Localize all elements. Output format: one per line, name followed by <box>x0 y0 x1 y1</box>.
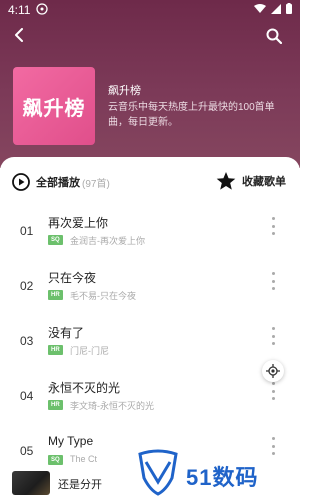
status-time: 4:11 <box>8 3 31 17</box>
signal-icon <box>271 3 281 14</box>
quality-badge: HR <box>48 345 63 355</box>
app-notification-icon <box>36 3 48 15</box>
song-artist-album: The Ct <box>70 454 98 464</box>
quality-badge: HR <box>48 290 63 300</box>
collect-label: 收藏歌单 <box>242 176 286 188</box>
playlist-description: 云音乐中每天热度上升最快的100首单曲，每日更新。 <box>108 102 275 128</box>
battery-icon <box>286 3 292 14</box>
quality-badge: HR <box>48 400 63 410</box>
song-row[interactable]: 04 永恒不灭的光 HR 李文琦-永恒不灭的光 <box>0 370 300 424</box>
locate-icon <box>266 364 280 378</box>
song-index: 02 <box>20 279 34 293</box>
playlist-header: 4:11 飙升榜 飙升榜 云音乐中每天热度上升最快的100首单曲，每日更新。 <box>0 0 300 168</box>
song-row[interactable]: 03 没有了 HR 门尼-门尼 <box>0 315 300 369</box>
song-title: 永恒不灭的光 <box>48 381 121 395</box>
song-index: 04 <box>20 389 34 403</box>
song-index: 01 <box>20 224 34 238</box>
song-title: 再次爱上你 <box>48 216 109 230</box>
song-count: (97首) <box>82 178 110 190</box>
search-button[interactable] <box>264 26 284 46</box>
back-arrow-icon <box>15 28 23 42</box>
back-button[interactable] <box>8 24 30 46</box>
song-index: 03 <box>20 334 34 348</box>
song-title: My Type <box>48 434 94 448</box>
quality-badge: SQ <box>48 235 63 245</box>
now-playing-title: 还是分开 <box>58 479 102 491</box>
more-options-icon[interactable] <box>270 382 276 400</box>
watermark-text: 51数码 <box>186 465 259 490</box>
status-bar: 4:11 <box>0 0 300 20</box>
watermark-logo: 51数码 <box>136 446 296 496</box>
star-icon <box>216 172 236 190</box>
search-icon <box>266 28 282 44</box>
shield-logo-icon <box>138 449 178 496</box>
wifi-icon <box>254 3 266 13</box>
song-row[interactable]: 02 只在今夜 HR 毛不易-只在今夜 <box>0 260 300 314</box>
song-index: 05 <box>20 444 34 458</box>
more-options-icon[interactable] <box>270 272 276 290</box>
mini-player-cover[interactable] <box>12 471 50 495</box>
playlist-cover[interactable]: 飙升榜 <box>13 67 95 145</box>
more-options-icon[interactable] <box>270 327 276 345</box>
quality-badge: SQ <box>48 455 63 465</box>
song-artist-album: 李文琦-永恒不灭的光 <box>70 401 154 411</box>
song-artist-album: 门尼-门尼 <box>70 346 109 356</box>
song-title: 只在今夜 <box>48 271 97 285</box>
song-artist-album: 金润吉-再次爱上你 <box>70 236 145 246</box>
status-icons <box>254 3 292 14</box>
cover-text: 飙升榜 <box>22 97 86 120</box>
playlist-title: 飙升榜 <box>108 85 141 97</box>
play-circle-icon <box>12 173 30 191</box>
play-all-label: 全部播放 <box>36 177 80 189</box>
song-artist-album: 毛不易-只在今夜 <box>70 291 136 301</box>
more-options-icon[interactable] <box>270 217 276 235</box>
song-row[interactable]: 01 再次爱上你 SQ 金润吉-再次爱上你 <box>0 205 300 259</box>
song-title: 没有了 <box>48 326 85 340</box>
locate-current-song-button[interactable] <box>262 360 284 382</box>
play-all-button[interactable]: 全部播放 (97首) <box>12 173 110 191</box>
collect-playlist-button[interactable]: 收藏歌单 <box>216 171 286 191</box>
